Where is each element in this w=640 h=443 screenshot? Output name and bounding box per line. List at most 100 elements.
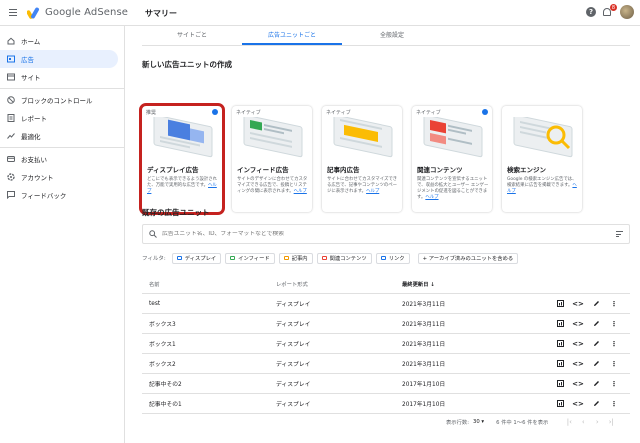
sidebar-item-label: お支払い [21,156,47,164]
search-bar[interactable] [142,224,630,244]
code-icon[interactable]: <> [572,340,584,348]
tab-by-ad-unit[interactable]: 広告ユニットごと [242,26,342,45]
table-row[interactable]: 記事中その2 ディスプレイ 2017年1月10日 <> ⋮ [142,374,630,394]
table-row[interactable]: test ディスプレイ 2021年3月11日 <> ⋮ [142,294,630,314]
edit-icon[interactable] [592,360,600,368]
notifications-icon[interactable]: 8 [602,4,617,18]
table-row[interactable]: ボックス1 ディスプレイ 2021年3月11日 <> ⋮ [142,334,630,354]
card-related-content[interactable]: ネイティブ 関連コンテンツ 関連コンテンツを宣伝するユニットで、収益の拡大とユー… [412,106,492,212]
sidebar-item-label: フィードバック [21,192,67,200]
edit-icon[interactable] [592,340,600,348]
sites-icon [7,73,15,81]
last-page-icon[interactable]: ›| [606,418,616,426]
table-row[interactable]: ボックス2 ディスプレイ 2021年3月11日 <> ⋮ [142,354,630,374]
card-help-link[interactable]: ヘルプ [425,195,438,200]
tab-by-site[interactable]: サイトごと [142,26,242,45]
more-icon[interactable]: ⋮ [610,300,618,308]
sidebar-item-feedback[interactable]: フィードバック [0,186,124,204]
related-content-illustration [423,117,483,158]
ad-unit-updated: 2017年1月10日 [402,382,446,388]
column-header-type[interactable]: レポート形式 [276,280,402,288]
more-icon[interactable]: ⋮ [610,320,618,328]
report-icon[interactable] [556,380,564,388]
sidebar-item-label: 広告 [21,56,34,64]
filter-chip-in-feed[interactable]: インフィード [225,252,275,264]
ad-unit-type: ディスプレイ [276,362,311,368]
sidebar-item-payments[interactable]: お支払い [0,150,124,168]
code-icon[interactable]: <> [572,380,584,388]
adsense-logo-icon [27,7,39,19]
ad-unit-name: ボックス1 [149,342,176,348]
sidebar-item-label: ホーム [21,38,41,46]
edit-icon[interactable] [592,400,600,408]
filter-chip-in-article[interactable]: 記事内 [278,252,313,264]
recommended-icon [212,109,218,115]
in-feed-ad-illustration [243,117,303,158]
feedback-icon [7,191,15,199]
menu-icon[interactable] [9,9,17,16]
sidebar-item-ads[interactable]: 広告 [0,50,118,68]
more-icon[interactable]: ⋮ [610,380,618,388]
filter-chip-display[interactable]: ディスプレイ [171,252,222,264]
more-icon[interactable]: ⋮ [610,360,618,368]
card-help-link[interactable]: ヘルプ [294,189,307,194]
code-icon[interactable]: <> [572,320,584,328]
code-icon[interactable]: <> [572,300,584,308]
sidebar-item-account[interactable]: アカウント [0,168,124,186]
sidebar-item-block-controls[interactable]: ブロックのコントロール [0,91,124,109]
edit-icon[interactable] [592,300,600,308]
first-page-icon[interactable]: |‹ [564,418,574,426]
card-description: サイトに合わせてカスタマイズできる広告で、記事やコンテンツのページに表示されます… [327,177,398,194]
next-page-icon[interactable]: › [592,418,602,426]
code-icon[interactable]: <> [572,360,584,368]
notification-badge: 8 [610,4,617,11]
column-header-updated[interactable]: 最終更新日 ↓ [402,280,542,288]
filter-chip-link[interactable]: リンク [375,252,410,264]
sidebar: ホーム 広告 サイト ブロックのコントロール レポート 最適化 お支払い アカウ… [0,26,125,443]
prev-page-icon[interactable]: ‹ [578,418,588,426]
ad-unit-updated: 2021年3月11日 [402,322,446,328]
ad-unit-updated: 2021年3月11日 [402,362,446,368]
ad-unit-type: ディスプレイ [276,402,311,408]
edit-icon[interactable] [592,320,600,328]
report-icon[interactable] [556,320,564,328]
card-title: 関連コンテンツ [417,166,463,174]
sidebar-item-sites[interactable]: サイト [0,68,124,86]
card-in-article-ad[interactable]: ネイティブ 記事内広告 サイトに合わせてカスタマイズできる広告で、記事やコンテン… [322,106,402,212]
rows-per-page-select[interactable]: 30 ▾ [473,419,484,425]
avatar[interactable] [620,5,634,19]
sidebar-item-home[interactable]: ホーム [0,32,124,50]
code-icon[interactable]: <> [572,400,584,408]
search-input[interactable] [162,231,582,237]
tab-general-settings[interactable]: 全般設定 [342,26,442,45]
report-icon[interactable] [556,360,564,368]
help-icon[interactable]: ? [586,7,596,17]
main-content: サイトごと 広告ユニットごと 全般設定 新しい広告ユニットの作成 推奨 ディスプ… [126,26,640,443]
card-description: Google の検索エンジン広告では、検索結果に広告を掲載できます。ヘルプ [507,177,577,194]
card-help-link[interactable]: ヘルプ [366,189,379,194]
sidebar-item-label: アカウント [21,174,54,182]
report-icon[interactable] [556,400,564,408]
report-icon[interactable] [556,300,564,308]
tab-bar: サイトごと 広告ユニットごと 全般設定 [142,26,630,46]
column-header-name[interactable]: 名前 [142,280,276,288]
sidebar-item-reports[interactable]: レポート [0,109,124,127]
more-icon[interactable]: ⋮ [610,400,618,408]
include-archived-chip[interactable]: + アーカイブ済みのユニットを含める [417,252,519,264]
filter-chip-related-content[interactable]: 関連コンテンツ [316,252,372,264]
card-in-feed-ad[interactable]: ネイティブ インフィード広告 サイトのデザインに合わせてカスタマイズできる広告で… [232,106,312,212]
filter-list-icon[interactable] [616,231,623,237]
sidebar-item-optimize[interactable]: 最適化 [0,127,124,145]
adsense-logo[interactable]: Google AdSense [27,7,128,19]
in-article-ad-illustration [333,117,393,158]
table-row[interactable]: ボックス3 ディスプレイ 2021年3月11日 <> ⋮ [142,314,630,334]
search-engine-illustration [513,117,573,158]
card-title: ディスプレイ広告 [147,166,199,174]
card-display-ad[interactable]: 推奨 ディスプレイ広告 どこにでも表示できるよう設計された、万能で実用的な広告で… [139,103,225,215]
card-search-engine[interactable]: 検索エンジン Google の検索エンジン広告では、検索結果に広告を掲載できます… [502,106,582,212]
table-row[interactable]: 記事中その1 ディスプレイ 2017年1月10日 <> ⋮ [142,394,630,414]
table-header: 名前 レポート形式 最終更新日 ↓ [142,274,630,294]
report-icon[interactable] [556,340,564,348]
edit-icon[interactable] [592,380,600,388]
more-icon[interactable]: ⋮ [610,340,618,348]
